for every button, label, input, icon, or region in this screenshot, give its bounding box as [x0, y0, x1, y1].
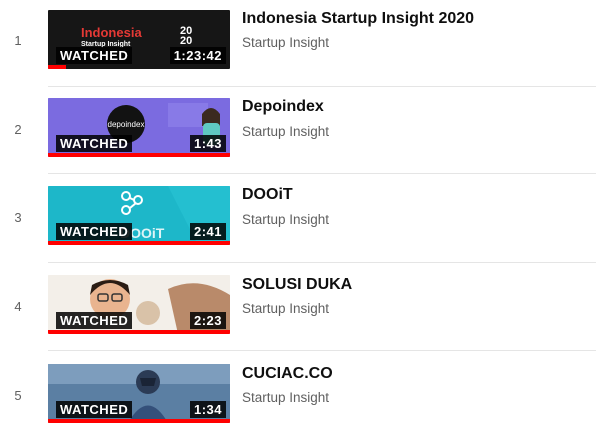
duration-badge: 1:23:42 — [169, 47, 226, 64]
watch-progress-bar — [48, 330, 230, 334]
video-thumbnail[interactable]: DOOiT WATCHED 2:41 — [48, 186, 230, 245]
row-divider — [48, 173, 596, 174]
channel-name[interactable]: Startup Insight — [242, 124, 329, 139]
video-title[interactable]: CUCIAC.CO — [242, 365, 333, 383]
row-divider — [48, 86, 596, 87]
channel-name[interactable]: Startup Insight — [242, 35, 329, 50]
watch-progress-bar — [48, 153, 230, 157]
duration-badge: 1:43 — [189, 135, 226, 152]
row-divider — [48, 350, 596, 351]
watched-badge: WATCHED — [56, 135, 133, 152]
watch-progress-bar — [48, 65, 67, 69]
duration-badge: 2:41 — [189, 223, 226, 240]
video-thumbnail[interactable]: Indonesia Startup Insight 20 20 WATCHED … — [48, 10, 230, 69]
watched-badge: WATCHED — [56, 312, 133, 329]
video-title[interactable]: Depoindex — [242, 98, 324, 116]
playlist: 1 Indonesia Startup Insight 20 20 WATCHE… — [0, 0, 596, 423]
watched-badge: WATCHED — [56, 401, 133, 418]
watch-progress-bar — [48, 419, 230, 423]
playlist-item[interactable]: 4 WATCHED 2:23 SOLUSI DUKA Startup Insig… — [0, 264, 596, 352]
watched-badge: WATCHED — [56, 47, 133, 64]
thumbnail-brand-text: Indonesia — [81, 25, 142, 40]
duration-badge: 1:34 — [189, 401, 226, 418]
playlist-item[interactable]: 1 Indonesia Startup Insight 20 20 WATCHE… — [0, 0, 596, 88]
channel-name[interactable]: Startup Insight — [242, 390, 329, 405]
thumbnail-logo-text: depoindex — [108, 120, 145, 129]
item-index: 5 — [14, 388, 22, 403]
video-title[interactable]: SOLUSI DUKA — [242, 276, 352, 294]
video-title[interactable]: DOOiT — [242, 186, 293, 204]
video-thumbnail[interactable]: WATCHED 2:23 — [48, 275, 230, 334]
duration-badge: 2:23 — [189, 312, 226, 329]
watch-progress-bar — [48, 241, 230, 245]
item-index: 2 — [14, 122, 22, 137]
channel-name[interactable]: Startup Insight — [242, 301, 329, 316]
channel-name[interactable]: Startup Insight — [242, 212, 329, 227]
video-thumbnail[interactable]: WATCHED 1:34 — [48, 364, 230, 423]
item-index: 3 — [14, 210, 22, 225]
thumbnail-year-bottom: 20 — [180, 35, 193, 47]
watched-badge: WATCHED — [56, 223, 133, 240]
video-title[interactable]: Indonesia Startup Insight 2020 — [242, 10, 474, 28]
row-divider — [48, 262, 596, 263]
playlist-item[interactable]: 5 WATCHED 1:34 CUCIAC.CO Startup Insight — [0, 352, 596, 440]
item-index: 4 — [14, 299, 22, 314]
video-thumbnail[interactable]: depoindex WATCHED 1:43 — [48, 98, 230, 157]
item-index: 1 — [14, 33, 22, 48]
playlist-item[interactable]: 2 depoindex WATCHED 1:43 Depoindex Start… — [0, 88, 596, 176]
playlist-item[interactable]: 3 DOOiT WATCHED 2:41 DOOiT Startup Insig… — [0, 176, 596, 264]
